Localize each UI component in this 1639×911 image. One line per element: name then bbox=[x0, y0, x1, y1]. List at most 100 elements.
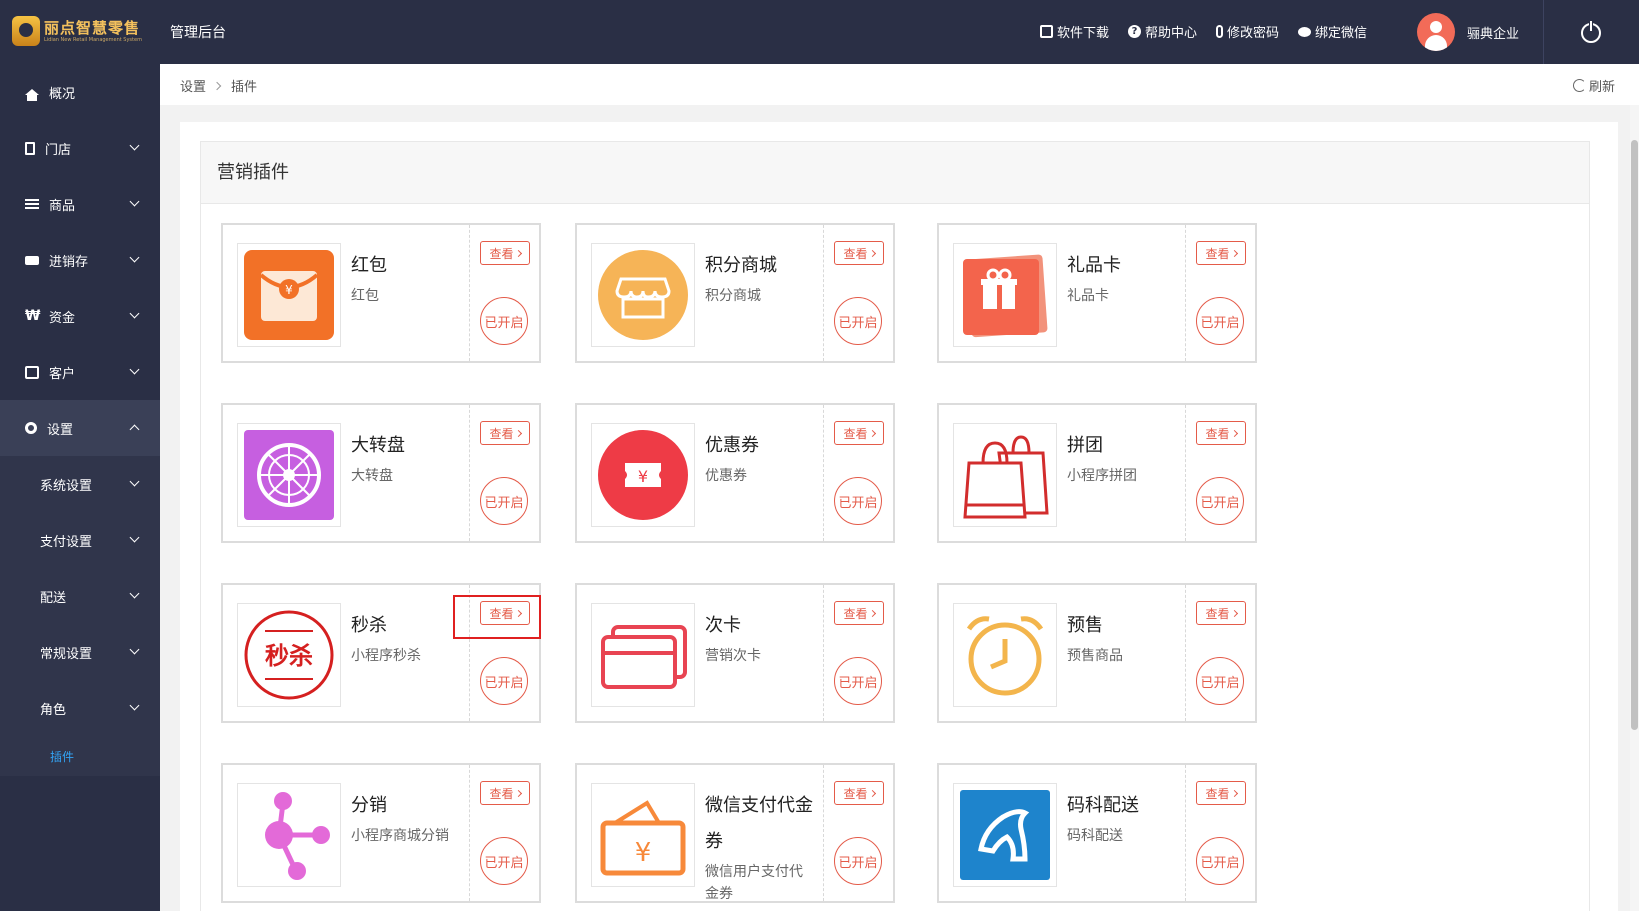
logo-subtitle: Lidian New Retail Management System bbox=[44, 36, 142, 43]
view-label: 查看 bbox=[489, 786, 514, 801]
enabled-badge: 已开启 bbox=[1196, 297, 1244, 345]
power-icon[interactable] bbox=[1581, 20, 1601, 43]
sidebar-item-products[interactable]: 商品 bbox=[0, 176, 160, 232]
view-button[interactable]: 查看 bbox=[834, 421, 884, 445]
sidebar-item-system-settings[interactable]: 系统设置 bbox=[0, 456, 160, 512]
enabled-badge: 已开启 bbox=[1196, 657, 1244, 705]
red-envelope-icon: ¥ bbox=[244, 250, 334, 340]
plugin-thumbnail bbox=[953, 423, 1057, 527]
plugin-thumbnail: ¥ bbox=[591, 783, 695, 887]
software-download-link[interactable]: 软件下载 bbox=[1040, 22, 1109, 41]
plugin-name: 分销 bbox=[351, 795, 387, 816]
scrollbar-thumb[interactable] bbox=[1631, 140, 1638, 730]
chevron-down-icon bbox=[129, 644, 140, 655]
enabled-badge: 已开启 bbox=[480, 477, 528, 525]
view-button[interactable]: 查看 bbox=[1196, 241, 1246, 265]
card-divider bbox=[823, 585, 824, 721]
card-divider bbox=[469, 405, 470, 541]
breadcrumb: 设置 插件 bbox=[180, 76, 257, 95]
change-password-link[interactable]: 修改密码 bbox=[1216, 22, 1279, 41]
lucky-wheel-icon bbox=[244, 430, 334, 520]
sidebar-item-general-settings[interactable]: 常规设置 bbox=[0, 624, 160, 680]
sidebar-item-label: 支付设置 bbox=[40, 534, 93, 550]
sidebar-item-overview[interactable]: 概况 bbox=[0, 64, 160, 120]
enabled-badge: 已开启 bbox=[834, 297, 882, 345]
sidebar-item-delivery[interactable]: 配送 bbox=[0, 568, 160, 624]
share-network-icon bbox=[265, 792, 330, 880]
sidebar-item-label: 常规设置 bbox=[40, 646, 93, 662]
bind-wechat-link[interactable]: 绑定微信 bbox=[1298, 22, 1367, 41]
plugin-description: 礼品卡 bbox=[1067, 288, 1109, 304]
card-divider bbox=[1185, 765, 1186, 901]
plugin-card-wechat-pay-voucher: ¥ 微信支付代金券 微信用户支付代金券 查看 已开启 bbox=[575, 763, 895, 903]
breadcrumb-root[interactable]: 设置 bbox=[180, 76, 206, 95]
plugin-name: 微信支付代金券 bbox=[705, 795, 813, 852]
view-label: 查看 bbox=[489, 246, 514, 261]
view-button[interactable]: 查看 bbox=[480, 241, 530, 265]
chevron-right-icon bbox=[514, 429, 522, 437]
plugin-name: 红包 bbox=[351, 255, 387, 276]
help-center-link[interactable]: ? 帮助中心 bbox=[1128, 22, 1197, 41]
sidebar-item-customers[interactable]: 客户 bbox=[0, 344, 160, 400]
sidebar-item-funds[interactable]: ₩ 资金 bbox=[0, 288, 160, 344]
coupon-icon: ¥ bbox=[598, 430, 688, 520]
sidebar-item-settings[interactable]: 设置 bbox=[0, 400, 160, 456]
view-label: 查看 bbox=[1205, 426, 1230, 441]
plugin-card-distribution: 分销 小程序商城分销 查看 已开启 bbox=[221, 763, 541, 903]
view-button[interactable]: 查看 bbox=[480, 781, 530, 805]
refresh-icon bbox=[1573, 79, 1586, 92]
top-link-label: 修改密码 bbox=[1227, 26, 1280, 41]
chevron-down-icon bbox=[129, 476, 140, 487]
plugin-thumbnail bbox=[237, 423, 341, 527]
sidebar-item-stores[interactable]: 门店 bbox=[0, 120, 160, 176]
view-button[interactable]: 查看 bbox=[480, 421, 530, 445]
card-divider bbox=[469, 765, 470, 901]
sidebar-item-plugins[interactable]: 插件 bbox=[0, 736, 160, 776]
enabled-badge: 已开启 bbox=[1196, 837, 1244, 885]
chevron-down-icon bbox=[129, 588, 140, 599]
breadcrumb-bar: 设置 插件 刷新 bbox=[160, 64, 1639, 105]
refresh-button[interactable]: 刷新 bbox=[1573, 76, 1615, 95]
plugin-card-points-store: 积分商城 积分商城 查看 已开启 bbox=[575, 223, 895, 363]
logo[interactable]: 丽点智慧零售 Lidian New Retail Management Syst… bbox=[12, 14, 142, 48]
chevron-right-icon bbox=[212, 81, 222, 90]
plugin-description: 小程序拼团 bbox=[1067, 468, 1137, 484]
top-bar: 丽点智慧零售 Lidian New Retail Management Syst… bbox=[0, 0, 1639, 64]
sidebar-item-roles[interactable]: 角色 bbox=[0, 680, 160, 736]
chevron-down-icon bbox=[129, 140, 140, 151]
plugin-card-maker-delivery: 码科配送 码科配送 查看 已开启 bbox=[937, 763, 1257, 903]
card-divider bbox=[1185, 405, 1186, 541]
plugin-description: 红包 bbox=[351, 288, 379, 304]
chevron-right-icon bbox=[1230, 789, 1238, 797]
view-label: 查看 bbox=[1205, 246, 1230, 261]
divider bbox=[1543, 0, 1544, 64]
gift-card-icon bbox=[963, 254, 1048, 338]
settings-submenu: 系统设置 支付设置 配送 常规设置 角色 插件 bbox=[0, 456, 160, 776]
plugin-card-red-envelope: ¥ 红包 红包 查看 已开启 bbox=[221, 223, 541, 363]
plugin-name: 秒杀 bbox=[351, 615, 387, 636]
sidebar-item-inventory[interactable]: 进销存 bbox=[0, 232, 160, 288]
sidebar-item-label: 资金 bbox=[49, 310, 76, 326]
plugin-thumbnail: ¥ bbox=[591, 423, 695, 527]
view-button[interactable]: 查看 bbox=[834, 601, 884, 625]
plugin-name: 优惠券 bbox=[705, 435, 759, 456]
chevron-down-icon bbox=[129, 196, 140, 207]
key-icon bbox=[1216, 25, 1224, 38]
plugin-card-count-card: 次卡 营销次卡 查看 已开启 bbox=[575, 583, 895, 723]
svg-text:¥: ¥ bbox=[285, 283, 293, 297]
view-button[interactable]: 查看 bbox=[1196, 781, 1246, 805]
enabled-badge: 已开启 bbox=[480, 657, 528, 705]
sidebar-item-payment-settings[interactable]: 支付设置 bbox=[0, 512, 160, 568]
cards-icon bbox=[601, 625, 687, 689]
view-button[interactable]: 查看 bbox=[1196, 421, 1246, 445]
plugin-description: 小程序商城分销 bbox=[351, 828, 449, 844]
chevron-right-icon bbox=[868, 789, 876, 797]
view-button[interactable]: 查看 bbox=[1196, 601, 1246, 625]
card-divider bbox=[823, 765, 824, 901]
user-menu[interactable]: 骊典企业 bbox=[1417, 13, 1519, 51]
view-button[interactable]: 查看 bbox=[834, 241, 884, 265]
svg-text:¥: ¥ bbox=[638, 467, 648, 486]
view-button[interactable]: 查看 bbox=[834, 781, 884, 805]
enabled-badge: 已开启 bbox=[480, 297, 528, 345]
wallet-coupon-icon: ¥ bbox=[600, 800, 686, 876]
